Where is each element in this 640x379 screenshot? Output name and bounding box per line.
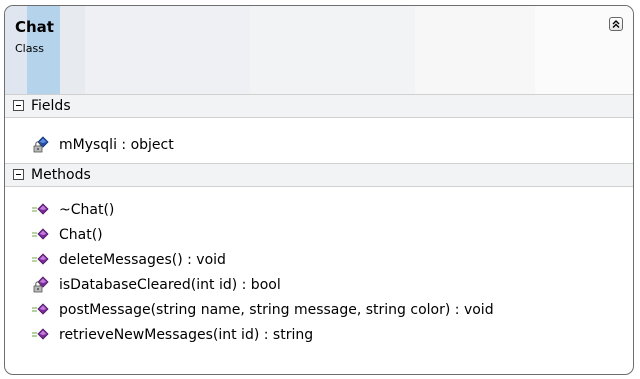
class-name: Chat [15,18,54,36]
private-method-icon [31,276,51,294]
collapse-methods-toggle[interactable] [13,169,24,180]
fields-section-label: Fields [31,98,71,114]
methods-section-label: Methods [31,167,91,183]
class-kind: Class [15,42,44,55]
collapse-shape-button[interactable] [609,17,623,31]
method-item-isDatabaseCleared[interactable]: isDatabaseCleared(int id) : bool [31,274,281,296]
method-item-postMessage[interactable]: postMessage(string name, string message,… [31,299,494,321]
method-text: Chat() [59,227,103,243]
method-icon [31,326,51,344]
class-header[interactable]: Chat Class [5,6,633,94]
fields-section-header[interactable]: Fields [5,94,633,118]
private-field-icon [31,136,51,154]
method-icon [31,226,51,244]
method-icon [31,251,51,269]
method-text: postMessage(string name, string message,… [59,302,494,318]
method-item-constructor[interactable]: Chat() [31,224,103,246]
method-icon [31,301,51,319]
methods-section-header[interactable]: Methods [5,163,633,187]
field-text: mMysqli : object [59,137,174,153]
field-item-mMysqli[interactable]: mMysqli : object [31,134,174,156]
double-chevron-up-icon [612,20,620,28]
method-text: retrieveNewMessages(int id) : string [59,327,314,343]
method-text: ~Chat() [59,202,115,218]
method-item-retrieveNewMessages[interactable]: retrieveNewMessages(int id) : string [31,324,313,346]
class-shape[interactable]: Chat Class Fields mMysqli : object Metho… [4,5,634,375]
method-item-destructor[interactable]: ~Chat() [31,199,114,221]
collapse-fields-toggle[interactable] [13,100,24,111]
method-text: isDatabaseCleared(int id) : bool [59,277,281,293]
method-item-deleteMessages[interactable]: deleteMessages() : void [31,249,226,271]
method-text: deleteMessages() : void [59,252,226,268]
method-icon [31,201,51,219]
